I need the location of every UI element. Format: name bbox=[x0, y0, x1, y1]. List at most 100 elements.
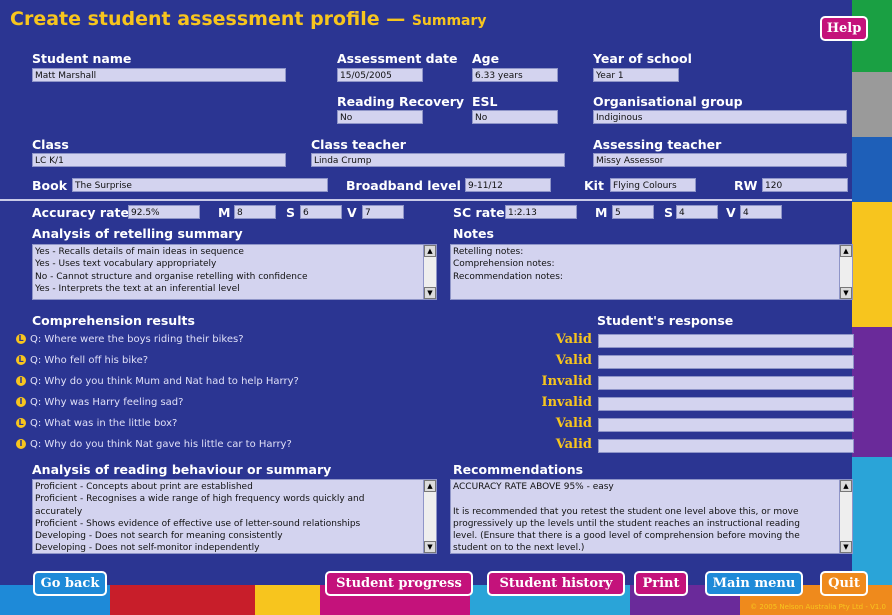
retelling-line: Yes - Recalls details of main ideas in s… bbox=[35, 247, 244, 257]
question-row[interactable]: I Q: Why do you think Mum and Nat had to … bbox=[16, 376, 299, 387]
student-name-field[interactable]: Matt Marshall bbox=[32, 68, 286, 82]
question-row[interactable]: L Q: What was in the little box? bbox=[16, 418, 177, 429]
retelling-textarea[interactable]: Yes - Recalls details of main ideas in s… bbox=[32, 244, 437, 300]
sc-m-field[interactable]: 5 bbox=[612, 205, 654, 219]
scroll-up-icon[interactable]: ▲ bbox=[840, 245, 852, 257]
scroll-down-icon[interactable]: ▼ bbox=[424, 541, 436, 553]
student-history-button[interactable]: Student history bbox=[487, 571, 625, 596]
question-text: Q: Why do you think Mum and Nat had to h… bbox=[30, 376, 299, 387]
help-button[interactable]: Help bbox=[820, 16, 868, 41]
accuracy-rate-field[interactable]: 92.5% bbox=[128, 205, 200, 219]
rw-field[interactable]: 120 bbox=[762, 178, 848, 192]
response-field[interactable] bbox=[598, 355, 854, 369]
page-title-sub: Summary bbox=[411, 13, 487, 29]
response-field[interactable] bbox=[598, 376, 854, 390]
question-text: Q: Where were the boys riding their bike… bbox=[30, 334, 244, 345]
comprehension-results-label: Comprehension results bbox=[32, 313, 195, 328]
notes-textarea[interactable]: Retelling notes: Comprehension notes: Re… bbox=[450, 244, 853, 300]
reading-scrollbar[interactable]: ▲ ▼ bbox=[423, 480, 436, 553]
recommendations-scrollbar[interactable]: ▲ ▼ bbox=[839, 480, 852, 553]
student-progress-button[interactable]: Student progress bbox=[325, 571, 473, 596]
acc-m-field[interactable]: 8 bbox=[234, 205, 276, 219]
acc-s-field[interactable]: 6 bbox=[300, 205, 342, 219]
esl-field[interactable]: No bbox=[472, 110, 558, 124]
side-strip-purple bbox=[852, 327, 892, 457]
analysis-reading-label: Analysis of reading behaviour or summary bbox=[32, 462, 332, 477]
class-label: Class bbox=[32, 137, 69, 152]
class-teacher-field[interactable]: Linda Crump bbox=[311, 153, 565, 167]
assessment-date-field[interactable]: 15/05/2005 bbox=[337, 68, 423, 82]
reading-textarea[interactable]: Proficient - Concepts about print are es… bbox=[32, 479, 437, 554]
result-label: Valid bbox=[555, 353, 592, 368]
acc-v-label: V bbox=[347, 205, 357, 220]
acc-m-label: M bbox=[218, 205, 231, 220]
notes-line: Comprehension notes: bbox=[453, 259, 555, 270]
recommendations-textarea[interactable]: ACCURACY RATE ABOVE 95% - easy It is rec… bbox=[450, 479, 853, 554]
kit-field[interactable]: Flying Colours bbox=[610, 178, 696, 192]
students-response-label: Student's response bbox=[597, 313, 734, 328]
reading-line: accurately bbox=[35, 506, 83, 517]
acc-v-field[interactable]: 7 bbox=[362, 205, 404, 219]
literal-question-icon: L bbox=[16, 334, 26, 344]
age-field[interactable]: 6.33 years bbox=[472, 68, 558, 82]
year-of-school-field[interactable]: Year 1 bbox=[593, 68, 679, 82]
main-menu-button[interactable]: Main menu bbox=[705, 571, 803, 596]
assessment-date-label: Assessment date bbox=[337, 51, 458, 66]
go-back-button[interactable]: Go back bbox=[33, 571, 107, 596]
side-strip-grey bbox=[852, 72, 892, 137]
broadband-level-field[interactable]: 9-11/12 bbox=[465, 178, 551, 192]
side-strip-yellow bbox=[852, 202, 892, 327]
result-label: Invalid bbox=[541, 374, 592, 389]
reading-line: Proficient - Concepts about print are es… bbox=[35, 482, 253, 492]
broadband-level-label: Broadband level bbox=[346, 178, 461, 193]
age-label: Age bbox=[472, 51, 500, 66]
result-label: Valid bbox=[555, 437, 592, 452]
question-row[interactable]: I Q: Why was Harry feeling sad? bbox=[16, 397, 183, 408]
response-field[interactable] bbox=[598, 334, 854, 348]
notes-lines: Retelling notes: Comprehension notes: Re… bbox=[453, 246, 838, 283]
recommendation-line: progressively up the levels until the st… bbox=[453, 518, 800, 529]
side-strip-blue bbox=[852, 137, 892, 202]
scroll-down-icon[interactable]: ▼ bbox=[840, 541, 852, 553]
section-divider bbox=[0, 199, 852, 201]
quit-button[interactable]: Quit bbox=[820, 571, 868, 596]
question-row[interactable]: L Q: Who fell off his bike? bbox=[16, 355, 148, 366]
class-field[interactable]: LC K/1 bbox=[32, 153, 286, 167]
scroll-up-icon[interactable]: ▲ bbox=[840, 480, 852, 492]
literal-question-icon: L bbox=[16, 355, 26, 365]
sc-v-field[interactable]: 4 bbox=[740, 205, 782, 219]
question-text: Q: Why do you think Nat gave his little … bbox=[30, 439, 292, 450]
scroll-up-icon[interactable]: ▲ bbox=[424, 480, 436, 492]
sc-v-label: V bbox=[726, 205, 736, 220]
sc-rate-field[interactable]: 1:2.13 bbox=[505, 205, 577, 219]
acc-s-label: S bbox=[286, 205, 296, 220]
analysis-retelling-label: Analysis of retelling summary bbox=[32, 226, 243, 241]
question-text: Q: What was in the little box? bbox=[30, 418, 178, 429]
scroll-down-icon[interactable]: ▼ bbox=[840, 287, 852, 299]
class-teacher-label: Class teacher bbox=[311, 137, 406, 152]
scroll-up-icon[interactable]: ▲ bbox=[424, 245, 436, 257]
reading-recovery-field[interactable]: No bbox=[337, 110, 423, 124]
response-field[interactable] bbox=[598, 418, 854, 432]
organisational-group-label: Organisational group bbox=[593, 94, 743, 109]
scroll-down-icon[interactable]: ▼ bbox=[424, 287, 436, 299]
retelling-scrollbar[interactable]: ▲ ▼ bbox=[423, 245, 436, 299]
response-field[interactable] bbox=[598, 439, 854, 453]
reading-line: Developing - Does not self-monitor indep… bbox=[35, 543, 260, 554]
bottom-band-yellow bbox=[255, 585, 320, 615]
question-row[interactable]: I Q: Why do you think Nat gave his little… bbox=[16, 439, 292, 450]
book-field[interactable]: The Surprise bbox=[72, 178, 328, 192]
question-row[interactable]: L Q: Where were the boys riding their bik… bbox=[16, 334, 244, 345]
page-title-main: Create student assessment profile bbox=[10, 8, 380, 30]
year-of-school-label: Year of school bbox=[593, 51, 692, 66]
print-button[interactable]: Print bbox=[634, 571, 688, 596]
organisational-group-field[interactable]: Indiginous bbox=[593, 110, 847, 124]
notes-line: Recommendation notes: bbox=[453, 271, 563, 282]
reading-line: Proficient - Shows evidence of effective… bbox=[35, 518, 361, 529]
assessing-teacher-field[interactable]: Missy Assessor bbox=[593, 153, 847, 167]
notes-scrollbar[interactable]: ▲ ▼ bbox=[839, 245, 852, 299]
sc-s-label: S bbox=[664, 205, 674, 220]
sc-s-field[interactable]: 4 bbox=[676, 205, 718, 219]
response-field[interactable] bbox=[598, 397, 854, 411]
recommendation-line: It is recommended that you retest the st… bbox=[453, 506, 799, 517]
